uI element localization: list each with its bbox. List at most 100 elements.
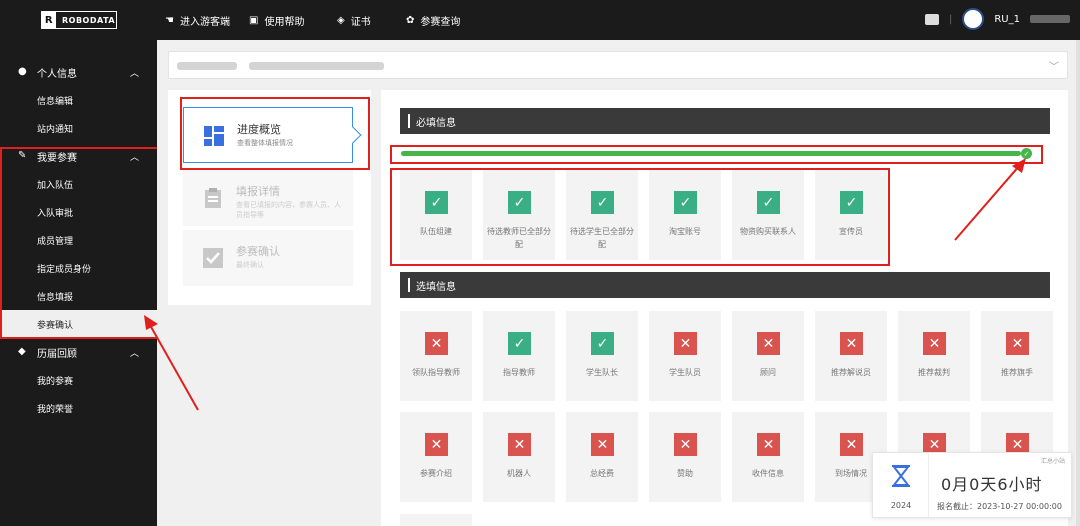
status-card[interactable]: ✕ 参赛介绍	[400, 412, 472, 502]
highlight-box	[180, 97, 370, 170]
highlight-box	[390, 168, 890, 266]
nav-help-label: 使用帮助	[264, 17, 305, 28]
cross-icon: ✕	[674, 433, 697, 456]
book-icon: ▣	[249, 15, 259, 26]
step-details[interactable]: 填报详情 查看已填报的内容，参赛人员、人员指导等	[183, 170, 353, 226]
nav-certificate-label: 证书	[350, 17, 371, 28]
brand-logo[interactable]: R ROBODATA	[41, 11, 117, 29]
sidebar-item-edit-info[interactable]: 信息编辑	[0, 86, 157, 114]
user-name[interactable]: RU_1	[994, 14, 1020, 25]
cursor-icon: ☚	[165, 15, 174, 26]
top-bar: R ROBODATA ☚ 进入游客端 ▣ 使用帮助 ◈ 证书 ✿ 参赛查询 | …	[0, 0, 1080, 40]
brand-mark: R	[42, 12, 56, 28]
chevron-up-icon: ︿	[129, 348, 139, 359]
sidebar-item-notifications[interactable]: 站内通知	[0, 114, 157, 142]
status-card[interactable]: ✕ 领队指导教师	[400, 311, 472, 401]
status-card-label: 收件信息	[752, 469, 784, 478]
highlight-box	[390, 145, 1043, 164]
step-subtitle: 查看已填报的内容，参赛人员、人员指导等	[236, 201, 341, 219]
avatar[interactable]	[962, 8, 985, 30]
cross-icon: ✕	[1006, 332, 1029, 355]
countdown-year-box: 2024	[873, 453, 929, 517]
redacted-text	[177, 62, 237, 70]
cross-icon: ✕	[757, 433, 780, 456]
status-card[interactable]: ✕ 顾问	[732, 311, 804, 401]
sidebar-item-my-honors[interactable]: 我的荣誉	[0, 394, 157, 422]
sidebar-group-history[interactable]: ◆ 历届回顾 ︿	[0, 338, 157, 366]
star-icon: ✿	[406, 15, 415, 26]
cross-icon: ✕	[425, 433, 448, 456]
check-icon: ✓	[508, 332, 531, 355]
status-card-label: 推荐裁判	[918, 368, 950, 377]
cross-icon: ✕	[508, 433, 531, 456]
cross-icon: ✕	[674, 332, 697, 355]
status-card[interactable]: ✕ 赞助	[649, 412, 721, 502]
nav-query-label: 参赛查询	[420, 17, 461, 28]
cross-icon: ✕	[840, 332, 863, 355]
section-optional-header: 选填信息	[400, 272, 1050, 298]
competition-select[interactable]: ﹀	[168, 51, 1068, 79]
sidebar-item-my-entries[interactable]: 我的参赛	[0, 366, 157, 394]
cube-icon: ◆	[18, 346, 26, 357]
cross-icon: ✕	[840, 433, 863, 456]
status-card[interactable]: ✕ 收件信息	[732, 412, 804, 502]
status-card[interactable]: ✕ 推荐旗手	[981, 311, 1053, 401]
nav-help[interactable]: ▣ 使用帮助	[249, 13, 304, 28]
highlight-box	[0, 147, 159, 339]
nav-guest[interactable]: ☚ 进入游客端	[165, 13, 230, 28]
hourglass-icon	[892, 465, 910, 487]
checkbox-icon	[203, 248, 223, 268]
brand-name: ROBODATA	[62, 15, 116, 25]
chat-icon[interactable]	[924, 13, 939, 25]
step-confirm[interactable]: 参赛确认 最终确认	[183, 230, 353, 286]
status-card[interactable]: ✕ 推荐裁判	[898, 311, 970, 401]
nav-certificate[interactable]: ◈ 证书	[337, 13, 371, 28]
countdown-tag: 汇总小站	[1040, 458, 1065, 465]
status-card[interactable]: ✕ 学生队员	[649, 311, 721, 401]
user-icon: ●	[18, 66, 27, 77]
step-title: 填报详情	[236, 185, 280, 198]
countdown-time: 0月0天6小时	[941, 475, 1043, 494]
status-card-label: 参赛介绍	[420, 469, 452, 478]
cross-icon: ✕	[425, 332, 448, 355]
status-card-label: 顾问	[760, 368, 776, 377]
clipboard-icon	[205, 188, 221, 208]
status-card-label: 指导教师	[503, 368, 535, 377]
countdown-deadline: 报名截止：2023-10-27 00:00:00	[937, 502, 1062, 511]
status-card[interactable]	[400, 514, 472, 526]
step-title: 参赛确认	[236, 245, 280, 258]
page-scrollbar[interactable]	[1076, 40, 1080, 526]
chevron-down-icon: ﹀	[1049, 62, 1059, 73]
status-card-label: 机器人	[507, 469, 531, 478]
sidebar-group-label: 历届回顾	[37, 348, 77, 360]
sidebar-group-profile[interactable]: ● 个人信息 ︿	[0, 58, 157, 86]
status-card-label: 推荐解说员	[831, 368, 871, 377]
nav-guest-label: 进入游客端	[179, 17, 230, 28]
status-card[interactable]: ✓ 指导教师	[483, 311, 555, 401]
check-icon: ✓	[591, 332, 614, 355]
status-card-label: 学生队长	[586, 368, 618, 377]
status-card[interactable]: ✓ 学生队长	[566, 311, 638, 401]
cross-icon: ✕	[923, 332, 946, 355]
user-area: | RU_1	[924, 8, 1070, 30]
status-card-label: 领队指导教师	[412, 368, 460, 377]
countdown-widget: 2024 0月0天6小时 报名截止：2023-10-27 00:00:00 汇总…	[872, 452, 1072, 518]
sidebar: ● 个人信息 ︿ 信息编辑 站内通知 ✎ 我要参赛 ︿ 加入队伍 入队审批 成员…	[0, 40, 159, 526]
status-card[interactable]: ✕ 总经费	[566, 412, 638, 502]
status-card[interactable]: ✕ 推荐解说员	[815, 311, 887, 401]
cross-icon: ✕	[591, 433, 614, 456]
status-card-label: 推荐旗手	[1001, 368, 1033, 377]
countdown-year: 2024	[890, 501, 912, 510]
step-subtitle: 最终确认	[236, 261, 264, 269]
status-card[interactable]: ✕ 机器人	[483, 412, 555, 502]
certificate-icon: ◈	[337, 15, 345, 26]
status-card-label: 学生队员	[669, 368, 701, 377]
status-card-label: 总经费	[590, 469, 614, 478]
cross-icon: ✕	[757, 332, 780, 355]
status-card-label: 赞助	[677, 469, 693, 478]
divider: |	[948, 13, 953, 25]
section-required-header: 必填信息	[400, 108, 1050, 134]
nav-query[interactable]: ✿ 参赛查询	[406, 13, 460, 28]
sidebar-group-label: 个人信息	[37, 68, 77, 80]
user-name-redacted	[1030, 15, 1070, 23]
